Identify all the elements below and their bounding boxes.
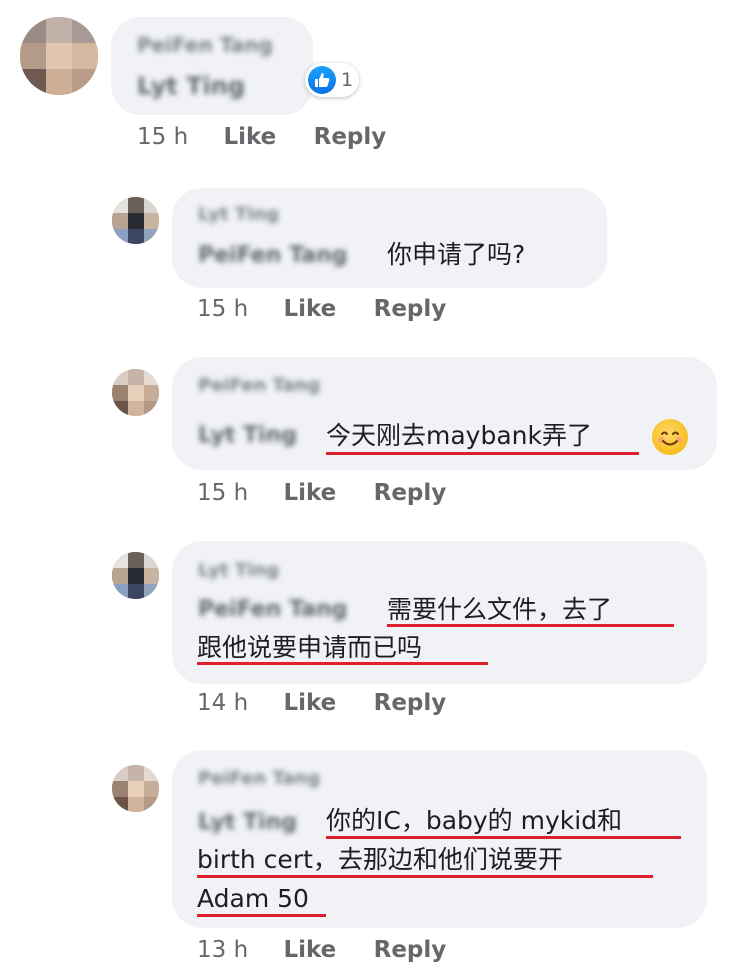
text-underline bbox=[197, 662, 488, 665]
like-button[interactable]: Like bbox=[283, 480, 336, 506]
reply-button[interactable]: Reply bbox=[374, 480, 447, 506]
reply-button[interactable]: Reply bbox=[374, 937, 447, 963]
comment-meta: 15 h Like Reply bbox=[137, 124, 386, 150]
mention-tag[interactable]: PeiFen Tang bbox=[198, 243, 347, 268]
comment-meta: 13 h Like Reply bbox=[197, 937, 446, 963]
timestamp[interactable]: 13 h bbox=[197, 937, 248, 963]
avatar[interactable] bbox=[112, 552, 159, 599]
comment-author[interactable]: PeiFen Tang bbox=[198, 375, 320, 396]
like-button[interactable]: Like bbox=[283, 690, 336, 716]
mention-tag[interactable]: PeiFen Tang bbox=[198, 597, 347, 622]
mention-tag[interactable]: Lyt Ting bbox=[198, 423, 297, 448]
comment-bubble bbox=[111, 17, 313, 115]
reaction-summary[interactable]: 1 bbox=[305, 63, 360, 97]
comment-text-line-1: 需要什么文件，去了 bbox=[387, 595, 613, 624]
timestamp[interactable]: 14 h bbox=[197, 690, 248, 716]
like-button[interactable]: Like bbox=[283, 296, 336, 322]
text-underline bbox=[326, 836, 681, 839]
reply-button[interactable]: Reply bbox=[374, 690, 447, 716]
avatar[interactable] bbox=[112, 197, 159, 244]
comment-meta: 14 h Like Reply bbox=[197, 690, 446, 716]
comment-text-line-3: Adam 50 bbox=[197, 884, 309, 913]
timestamp[interactable]: 15 h bbox=[137, 124, 188, 150]
avatar[interactable] bbox=[20, 17, 98, 95]
text-underline bbox=[197, 875, 653, 878]
mention-tag[interactable]: Lyt Ting bbox=[198, 810, 297, 835]
avatar[interactable] bbox=[112, 765, 159, 812]
mention-tag[interactable]: Lyt Ting bbox=[137, 72, 245, 100]
reaction-count: 1 bbox=[341, 69, 354, 91]
comment-text-line-1: 你的IC，baby的 mykid和 bbox=[326, 806, 623, 835]
comment-author[interactable]: Lyt Ting bbox=[198, 560, 279, 581]
comment-text-line-2: 跟他说要申请而已吗 bbox=[197, 633, 423, 662]
reply-button[interactable]: Reply bbox=[314, 124, 387, 150]
thumbs-up-icon bbox=[308, 66, 336, 94]
comment-meta: 15 h Like Reply bbox=[197, 480, 446, 506]
comment-text: 你申请了吗? bbox=[387, 240, 526, 269]
text-underline bbox=[387, 624, 674, 627]
comment-text: 今天刚去maybank弄了 bbox=[326, 421, 592, 450]
comment-author[interactable]: PeiFen Tang bbox=[137, 33, 273, 57]
comment-bubble bbox=[172, 188, 607, 288]
like-button[interactable]: Like bbox=[223, 124, 276, 150]
text-underline bbox=[197, 914, 326, 917]
timestamp[interactable]: 15 h bbox=[197, 296, 248, 322]
comment-author[interactable]: PeiFen Tang bbox=[198, 768, 320, 789]
avatar[interactable] bbox=[112, 369, 159, 416]
comment-author[interactable]: Lyt Ting bbox=[198, 204, 279, 225]
smiling-face-emoji bbox=[652, 419, 688, 455]
comment-text-line-2: birth cert，去那边和他们说要开 bbox=[197, 845, 563, 874]
reply-button[interactable]: Reply bbox=[374, 296, 447, 322]
comment-meta: 15 h Like Reply bbox=[197, 296, 446, 322]
like-button[interactable]: Like bbox=[283, 937, 336, 963]
text-underline bbox=[326, 452, 639, 455]
timestamp[interactable]: 15 h bbox=[197, 480, 248, 506]
